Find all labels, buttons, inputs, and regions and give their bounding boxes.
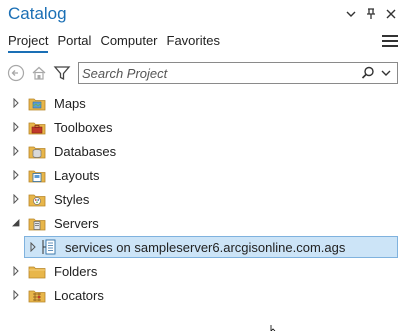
maps-folder-icon <box>28 95 46 111</box>
pane-controls <box>344 6 398 22</box>
tree-item-folders[interactable]: Folders <box>8 260 398 282</box>
close-icon[interactable] <box>384 6 398 22</box>
tab-project[interactable]: Project <box>8 33 49 53</box>
tree-item-label: Databases <box>54 143 117 159</box>
collapse-arrow-icon[interactable] <box>8 215 24 231</box>
tree-item-label: services on sampleserver6.arcgisonline.c… <box>65 239 346 255</box>
tree-item-locators[interactable]: Locators <box>8 284 398 306</box>
search-box <box>78 62 398 84</box>
tree-item-layouts[interactable]: Layouts <box>8 164 398 186</box>
home-icon[interactable] <box>29 63 49 83</box>
layouts-folder-icon <box>28 167 46 183</box>
mouse-cursor-icon <box>270 325 276 331</box>
tree-item-label: Locators <box>54 287 104 303</box>
filter-icon[interactable] <box>52 63 72 83</box>
expand-arrow-icon[interactable] <box>8 191 24 207</box>
catalog-toolbar <box>6 62 75 84</box>
server-connection-icon <box>41 239 59 255</box>
tree-item-label: Styles <box>54 191 90 207</box>
servers-folder-icon <box>28 215 46 231</box>
tree-item-label: Toolboxes <box>54 119 113 135</box>
expand-arrow-icon[interactable] <box>8 167 24 183</box>
expand-arrow-icon[interactable] <box>8 143 24 159</box>
tree-item-toolboxes[interactable]: Toolboxes <box>8 116 398 138</box>
tab-portal[interactable]: Portal <box>57 33 91 53</box>
pin-icon[interactable] <box>364 6 378 22</box>
toolboxes-folder-icon <box>28 119 46 135</box>
tab-computer[interactable]: Computer <box>100 33 157 53</box>
tab-favorites[interactable]: Favorites <box>167 33 220 53</box>
tree-item-label: Folders <box>54 263 98 279</box>
search-icon[interactable] <box>361 66 375 83</box>
catalog-pane: Catalog Project Portal Computer Favorite… <box>0 0 404 331</box>
folders-folder-icon <box>28 263 46 279</box>
menu-icon[interactable] <box>382 35 398 49</box>
databases-folder-icon <box>28 143 46 159</box>
expand-arrow-icon[interactable] <box>8 95 24 111</box>
search-input[interactable] <box>82 65 352 81</box>
back-arrow-icon[interactable] <box>6 63 26 83</box>
dropdown-icon[interactable] <box>344 6 358 22</box>
tree-item-label: Maps <box>54 95 86 111</box>
styles-folder-icon <box>28 191 46 207</box>
tree-item-server-connection[interactable]: services on sampleserver6.arcgisonline.c… <box>24 236 398 258</box>
catalog-tabs: Project Portal Computer Favorites <box>8 33 220 53</box>
tree-item-databases[interactable]: Databases <box>8 140 398 162</box>
expand-arrow-icon[interactable] <box>25 239 41 255</box>
tree-item-label: Layouts <box>54 167 100 183</box>
tree-item-maps[interactable]: Maps <box>8 92 398 114</box>
expand-arrow-icon[interactable] <box>8 263 24 279</box>
expand-arrow-icon[interactable] <box>8 287 24 303</box>
pane-title: Catalog <box>8 4 67 23</box>
expand-arrow-icon[interactable] <box>8 119 24 135</box>
tree-item-label: Servers <box>54 215 99 231</box>
tree-item-styles[interactable]: Styles <box>8 188 398 210</box>
search-options-chevron-icon[interactable] <box>381 66 391 83</box>
locators-folder-icon <box>28 287 46 303</box>
tree-item-servers[interactable]: Servers <box>8 212 398 234</box>
